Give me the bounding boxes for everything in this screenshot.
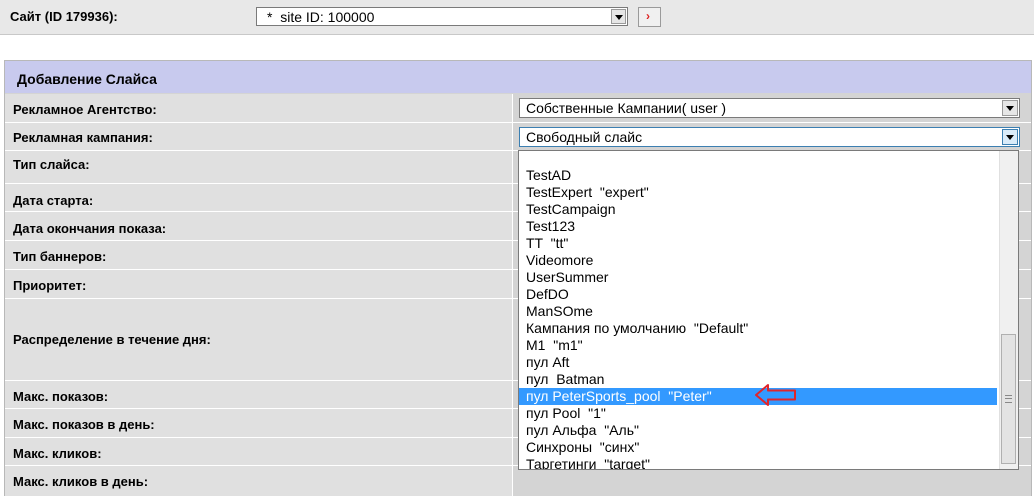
dropdown-option[interactable]: TestExpert "expert"	[519, 184, 997, 201]
dropdown-option[interactable]: Кампания по умолчанию "Default"	[519, 320, 997, 337]
campaign-label: Рекламная кампания:	[13, 130, 153, 145]
site-select-value: * site ID: 100000	[267, 9, 375, 25]
max-shows-day-label: Макс. показов в день:	[13, 417, 155, 432]
dropdown-scrollbar[interactable]	[999, 151, 1018, 469]
site-select[interactable]: * site ID: 100000	[256, 7, 628, 26]
agency-select-value: Собственные Кампании( user )	[526, 100, 727, 116]
chevron-down-icon[interactable]	[1002, 129, 1018, 145]
site-go-button[interactable]: ›	[638, 7, 661, 27]
banner-type-label: Тип баннеров:	[13, 249, 107, 264]
row-campaign: Рекламная кампания: Свободный слайс	[5, 123, 1031, 151]
dropdown-option[interactable]: TestCampaign	[519, 201, 997, 218]
dropdown-option[interactable]: пул Aft	[519, 354, 997, 371]
dropdown-option[interactable]: ManSOme	[519, 303, 997, 320]
grip-icon	[1005, 395, 1012, 403]
campaign-select-value: Свободный слайс	[526, 129, 643, 145]
row-agency: Рекламное Агентство: Собственные Кампани…	[5, 94, 1031, 123]
end-date-label: Дата окончания показа:	[13, 221, 167, 236]
dropdown-option[interactable]: UserSummer	[519, 269, 997, 286]
dropdown-option[interactable]: Таргетинги "target"	[519, 456, 997, 469]
start-date-label: Дата старта:	[13, 193, 94, 208]
chevron-down-icon[interactable]	[1002, 100, 1018, 116]
site-bar: Сайт (ID 179936): * site ID: 100000 ›	[0, 0, 1034, 35]
scrollbar-thumb[interactable]	[1001, 334, 1016, 464]
row-max-clicks-day: Макс. кликов в день:	[5, 466, 1031, 497]
annotation-arrow-icon	[755, 384, 796, 406]
site-label: Сайт (ID 179936):	[10, 9, 118, 24]
max-clicks-day-label: Макс. кликов в день:	[13, 474, 149, 489]
max-clicks-label: Макс. кликов:	[13, 446, 102, 461]
max-shows-label: Макс. показов:	[13, 389, 109, 404]
dropdown-option[interactable]: пул Альфа "Аль"	[519, 422, 997, 439]
slice-type-label: Тип слайса:	[13, 157, 90, 172]
go-arrow-icon: ›	[646, 9, 650, 23]
campaign-dropdown-list[interactable]: TestAD TestExpert "expert" TestCampaign Tes…	[518, 150, 1019, 470]
chevron-down-icon[interactable]	[611, 9, 626, 24]
dropdown-option[interactable]: TestAD	[519, 167, 997, 184]
dropdown-option[interactable]: DefDO	[519, 286, 997, 303]
campaign-select[interactable]: Свободный слайс	[519, 127, 1020, 147]
agency-select[interactable]: Собственные Кампании( user )	[519, 98, 1020, 118]
day-distribution-label: Распределение в течение дня:	[13, 332, 211, 347]
priority-label: Приоритет:	[13, 278, 87, 293]
dropdown-option[interactable]: Videomore	[519, 252, 997, 269]
dropdown-option[interactable]: Test123	[519, 218, 997, 235]
panel-title: Добавление Слайса	[17, 71, 157, 87]
panel-header: Добавление Слайса	[5, 61, 1031, 93]
dropdown-option[interactable]: TT "tt"	[519, 235, 997, 252]
dropdown-option[interactable]: Синхроны "синх"	[519, 439, 997, 456]
dropdown-option[interactable]: M1 "m1"	[519, 337, 997, 354]
agency-label: Рекламное Агентство:	[13, 102, 157, 117]
